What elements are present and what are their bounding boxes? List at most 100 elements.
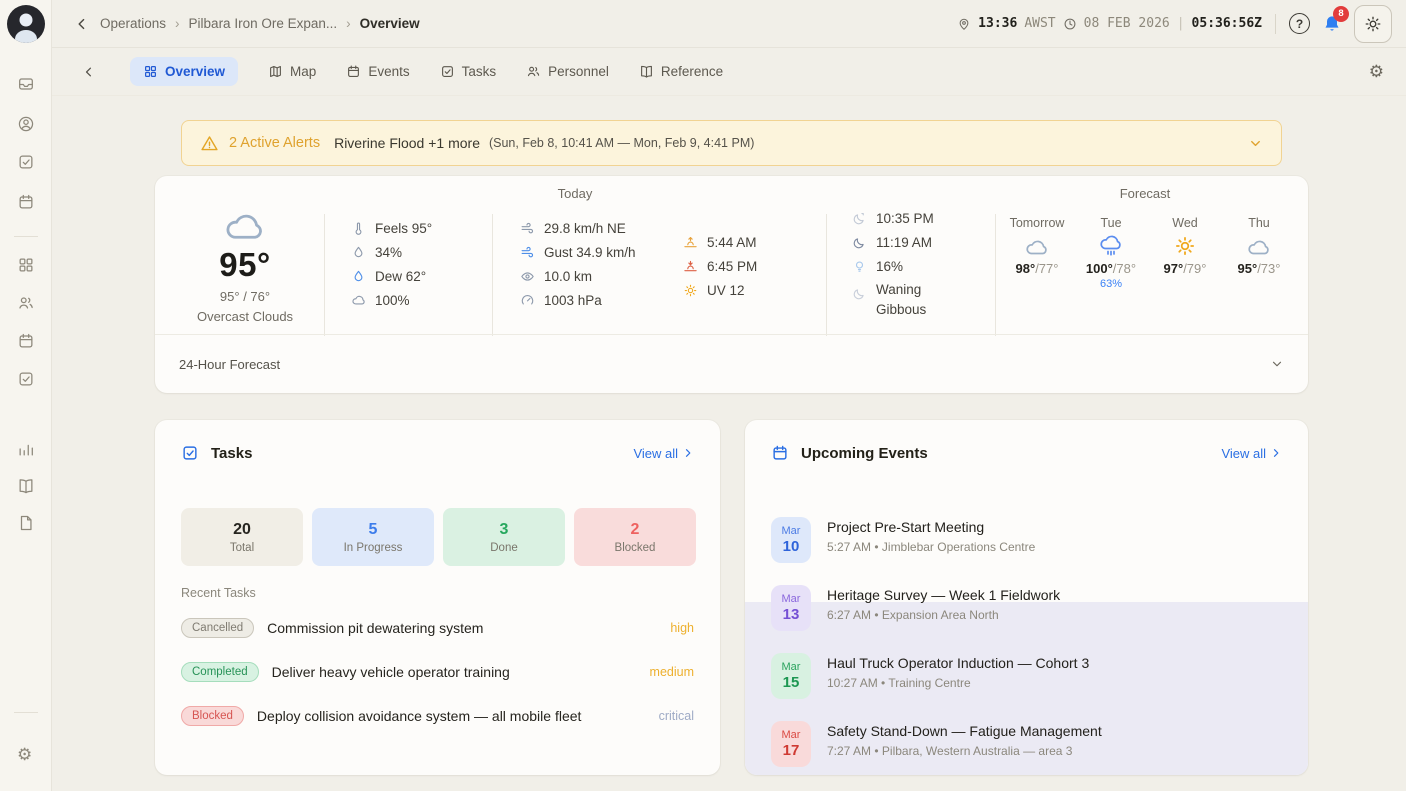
apps-grid-icon[interactable] <box>17 256 35 274</box>
forecast-days: Tomorrow 98°/77° Tue 100°/78° 63% Wed 97… <box>1000 216 1296 290</box>
sun-icon <box>1364 15 1382 33</box>
moonrise-icon <box>852 211 867 226</box>
tab-events[interactable]: Events <box>346 64 409 79</box>
comfort-metrics: Feels 95° 34% Dew 62° 100% <box>351 216 432 312</box>
calendar-icon[interactable] <box>17 193 35 211</box>
check-square-icon[interactable] <box>17 153 35 171</box>
tab-reference[interactable]: Reference <box>639 64 723 79</box>
book-open-icon[interactable] <box>17 477 35 495</box>
file-icon[interactable] <box>17 514 35 532</box>
sunset-time: 6:45 PM <box>707 259 757 274</box>
cloud-icon <box>1000 233 1074 259</box>
people-icon[interactable] <box>17 294 35 312</box>
stat-value: 3 <box>500 521 509 539</box>
bar-chart-icon[interactable] <box>17 440 35 458</box>
chevron-right-icon: › <box>346 16 351 31</box>
tab-label: Map <box>290 64 316 79</box>
event-month: Mar <box>782 593 801 606</box>
moon-illumination-icon <box>852 259 867 274</box>
high-temp: 98° <box>1016 261 1036 276</box>
cloud-icon <box>351 293 366 308</box>
active-alerts-banner[interactable]: 2 Active Alerts Riverine Flood +1 more (… <box>181 120 1282 166</box>
moonset-icon <box>852 235 867 250</box>
view-tabbar: Overview Map Events Tasks Personnel Refe… <box>52 48 1406 96</box>
user-circle-icon[interactable] <box>17 115 35 133</box>
breadcrumb-item[interactable]: Pilbara Iron Ore Expan... <box>189 16 338 31</box>
breadcrumb-item[interactable]: Operations <box>100 16 166 31</box>
recent-tasks-label: Recent Tasks <box>181 586 256 600</box>
feels-like: Feels 95° <box>375 221 432 236</box>
sunset-icon <box>683 259 698 274</box>
local-time: 13:36 <box>978 16 1017 31</box>
events-view-all-link[interactable]: View all <box>1221 446 1282 461</box>
forecast-day: Tue 100°/78° 63% <box>1074 216 1148 290</box>
tab-overview[interactable]: Overview <box>130 57 238 86</box>
event-row[interactable]: Mar15 Haul Truck Operator Induction — Co… <box>771 653 1288 699</box>
chevron-down-icon <box>1270 357 1284 371</box>
notifications-bell[interactable]: 8 <box>1319 11 1345 37</box>
tasks-view-all-link[interactable]: View all <box>633 446 694 461</box>
upcoming-events-card: Upcoming Events View all Mar10 Project P… <box>745 420 1308 775</box>
event-row[interactable]: Mar17 Safety Stand-Down — Fatigue Manage… <box>771 721 1288 767</box>
chevron-down-icon[interactable] <box>1248 136 1263 151</box>
divider <box>324 214 325 336</box>
task-row[interactable]: Blocked Deploy collision avoidance syste… <box>181 702 694 730</box>
stat-label: In Progress <box>344 542 403 554</box>
divider <box>995 214 996 336</box>
visibility: 10.0 km <box>544 269 592 284</box>
theme-toggle-button[interactable] <box>1354 5 1392 43</box>
user-avatar[interactable] <box>7 5 45 43</box>
task-row[interactable]: Completed Deliver heavy vehicle operator… <box>181 658 694 686</box>
grid-icon <box>143 64 158 79</box>
sidebar-divider <box>14 236 38 237</box>
stat-in-progress[interactable]: 5In Progress <box>312 508 434 566</box>
task-row[interactable]: Cancelled Commission pit dewatering syst… <box>181 614 694 642</box>
cloud-cover: 100% <box>375 293 410 308</box>
event-title: Safety Stand-Down — Fatigue Management <box>827 723 1102 739</box>
hourly-forecast-toggle[interactable]: 24-Hour Forecast <box>155 335 1308 393</box>
event-row[interactable]: Mar13 Heritage Survey — Week 1 Fieldwork… <box>771 585 1288 631</box>
moon-phase: Waning Gibbous <box>876 280 954 319</box>
event-day: 17 <box>783 742 800 759</box>
back-chevron-icon[interactable] <box>74 16 90 32</box>
eye-icon <box>520 269 535 284</box>
tab-personnel[interactable]: Personnel <box>526 64 609 79</box>
stat-total[interactable]: 20Total <box>181 508 303 566</box>
hourly-forecast-label: 24-Hour Forecast <box>179 357 280 372</box>
event-month: Mar <box>782 729 801 742</box>
sun-icon <box>683 283 698 298</box>
forecast-day: Thu 95°/73° <box>1222 216 1296 290</box>
low-temp: /78° <box>1113 261 1136 276</box>
tab-tasks[interactable]: Tasks <box>440 64 497 79</box>
weather-card: Today Forecast 95° 95° / 76° Overcast Cl… <box>155 176 1308 393</box>
high-temp: 95° <box>1238 261 1258 276</box>
wind-gust: Gust 34.9 km/h <box>544 245 636 260</box>
clock-display: 13:36 AWST 08 FEB 2026 | 05:36:56Z <box>957 16 1262 31</box>
settings-gear-icon[interactable]: ⚙ <box>17 746 32 763</box>
rain-cloud-icon <box>1074 233 1148 259</box>
location-pin-icon <box>957 17 971 31</box>
help-icon[interactable]: ? <box>1289 13 1310 34</box>
collapse-chevron-icon[interactable] <box>82 65 96 79</box>
settings-gear-icon[interactable]: ⚙ <box>1369 62 1384 82</box>
stat-done[interactable]: 3 Done <box>443 508 565 566</box>
event-meta: 10:27 AM • Training Centre <box>827 676 1089 690</box>
alert-time-range: (Sun, Feb 8, 10:41 AM — Mon, Feb 9, 4:41… <box>489 136 754 150</box>
tab-map[interactable]: Map <box>268 64 316 79</box>
divider <box>826 214 827 336</box>
moon-metrics: 10:35 PM 11:19 AM 16% Waning Gibbous <box>852 206 972 319</box>
stat-blocked[interactable]: 2Blocked <box>574 508 696 566</box>
event-row[interactable]: Mar10 Project Pre-Start Meeting5:27 AM •… <box>771 517 1288 563</box>
check-square-icon[interactable] <box>17 370 35 388</box>
warning-triangle-icon <box>200 134 219 153</box>
current-hi-lo: 95° / 76° <box>175 289 315 304</box>
event-meta: 5:27 AM • Jimblebar Operations Centre <box>827 540 1035 554</box>
event-day: 13 <box>783 606 800 623</box>
task-stats: 20Total 5In Progress 3 Done 2Blocked <box>181 508 696 566</box>
inbox-icon[interactable] <box>17 75 35 93</box>
divider <box>492 214 493 336</box>
event-date-badge: Mar10 <box>771 517 811 563</box>
event-date-badge: Mar17 <box>771 721 811 767</box>
calendar-icon[interactable] <box>17 332 35 350</box>
stat-label: Done <box>490 542 518 554</box>
